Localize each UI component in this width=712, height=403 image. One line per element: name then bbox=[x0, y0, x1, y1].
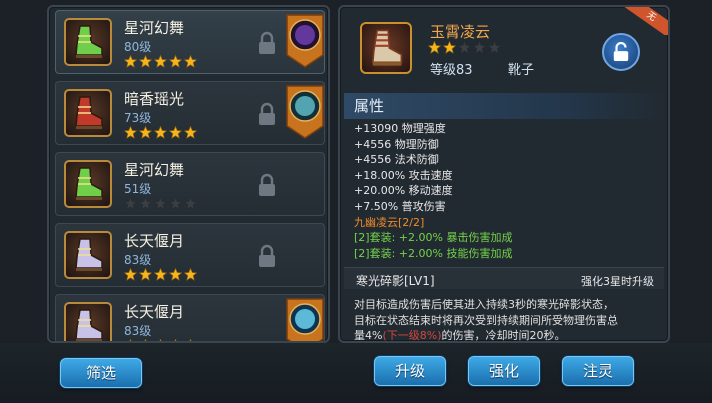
item-list-panel: 星河幻舞 80级 暗香瑶光 73级 星河幻舞 51级 长天偃月 83级 长天偃月… bbox=[47, 5, 330, 343]
lock-icon[interactable] bbox=[257, 244, 277, 268]
item-star-rating bbox=[124, 126, 197, 139]
item-type: 靴子 bbox=[508, 63, 535, 78]
detail-header: 玉霄凌云 等级83 靴子 无 bbox=[340, 7, 668, 87]
skill-desc-line: 目标在状态结束时将再次受到持续期间所受物理伤害总 bbox=[354, 313, 618, 327]
attribute-line: +4556 法术防御 bbox=[354, 153, 439, 167]
star-icon bbox=[184, 197, 197, 210]
star-icon bbox=[169, 197, 182, 210]
attribute-line: +7.50% 普攻伤害 bbox=[354, 199, 446, 213]
attribute-line: +20.00% 移动速度 bbox=[354, 184, 453, 198]
attribute-line: +4556 物理防御 bbox=[354, 137, 439, 151]
star-icon bbox=[184, 268, 197, 281]
star-icon bbox=[124, 126, 137, 139]
item-level: 51级 bbox=[124, 182, 152, 196]
boot-icon bbox=[360, 22, 412, 74]
boot-icon bbox=[64, 160, 112, 208]
star-icon bbox=[184, 126, 197, 139]
unlock-icon bbox=[613, 42, 629, 61]
infuse-button[interactable]: 注灵 bbox=[562, 356, 634, 386]
star-icon bbox=[154, 126, 167, 139]
star-icon bbox=[184, 55, 197, 68]
skill-description: 对目标造成伤害后使其进入持续3秒的寒光碎影状态， 目标在状态结束时将再次受到持续… bbox=[354, 297, 659, 342]
skill-name: 寒光碎影[LV1] bbox=[356, 274, 435, 288]
gem-badge-icon bbox=[286, 85, 324, 139]
item-row[interactable]: 暗香瑶光 73级 bbox=[55, 81, 325, 145]
item-star-rating bbox=[124, 268, 197, 281]
skill-upgrade-note: 强化3星时升级 bbox=[581, 275, 654, 288]
item-row[interactable]: 星河幻舞 51级 bbox=[55, 152, 325, 216]
item-star-rating bbox=[428, 41, 501, 54]
star-icon bbox=[154, 197, 167, 210]
attribute-line: +13090 物理强度 bbox=[354, 122, 446, 135]
boot-icon bbox=[64, 302, 112, 341]
star-icon bbox=[154, 268, 167, 281]
boot-icon bbox=[64, 231, 112, 279]
star-icon bbox=[139, 55, 152, 68]
item-row[interactable]: 星河幻舞 80级 bbox=[55, 10, 325, 74]
gem-badge-icon bbox=[286, 14, 324, 68]
star-icon bbox=[154, 55, 167, 68]
upgrade-button[interactable]: 升级 bbox=[374, 356, 446, 386]
star-icon bbox=[139, 197, 152, 210]
skill-desc-line: 量4%(下一级8%)的伤害，冷却时间20秒。 bbox=[354, 328, 659, 342]
item-name: 玉霄凌云 bbox=[430, 23, 491, 41]
attributes-title: 属性 bbox=[344, 93, 664, 119]
skill-desc-part: 的伤害，冷却时间20秒。 bbox=[441, 329, 566, 342]
set-bonus: [2]套装: +2.00% 暴击伤害加成 bbox=[354, 231, 513, 245]
lock-icon[interactable] bbox=[257, 102, 277, 126]
set-name: 九幽凌云[2/2] bbox=[354, 215, 425, 229]
star-icon bbox=[139, 126, 152, 139]
skill-desc-line: 对目标造成伤害后使其进入持续3秒的寒光碎影状态， bbox=[354, 298, 614, 311]
item-level: 83级 bbox=[124, 253, 152, 267]
star-icon bbox=[473, 41, 486, 54]
set-bonus: [2]套装: +2.00% 技能伤害加成 bbox=[354, 246, 513, 260]
item-level: 73级 bbox=[124, 111, 152, 125]
star-icon bbox=[458, 41, 471, 54]
star-icon bbox=[124, 55, 137, 68]
item-detail-panel: 玉霄凌云 等级83 靴子 无 属性 +13090 物理强度 +4556 物理防御… bbox=[338, 5, 670, 343]
skill-desc-part: 量4% bbox=[354, 329, 383, 342]
skill-desc-next-level: (下一级8%) bbox=[382, 329, 442, 342]
star-icon bbox=[169, 268, 182, 281]
item-row[interactable]: 长天偃月 83级 bbox=[55, 223, 325, 287]
star-icon bbox=[428, 41, 441, 54]
boot-icon bbox=[64, 89, 112, 137]
item-level: 等级83 bbox=[430, 63, 473, 78]
item-name: 星河幻舞 bbox=[124, 19, 185, 37]
star-icon bbox=[169, 126, 182, 139]
star-icon bbox=[169, 55, 182, 68]
star-icon bbox=[139, 268, 152, 281]
item-star-rating bbox=[124, 55, 197, 68]
boot-icon bbox=[64, 18, 112, 66]
ribbon-label: 无 bbox=[624, 7, 668, 35]
unlock-button[interactable] bbox=[602, 33, 640, 71]
item-level: 80级 bbox=[124, 40, 152, 54]
attribute-list: +13090 物理强度 +4556 物理防御 +4556 法术防御 +18.00… bbox=[354, 121, 664, 261]
lock-icon[interactable] bbox=[257, 173, 277, 197]
lock-icon[interactable] bbox=[257, 31, 277, 55]
star-icon bbox=[488, 41, 501, 54]
attribute-line: +18.00% 攻击速度 bbox=[354, 168, 453, 182]
skill-row: 寒光碎影[LV1] 强化3星时升级 bbox=[344, 267, 664, 289]
item-star-rating bbox=[124, 197, 197, 210]
item-name: 暗香瑶光 bbox=[124, 90, 185, 108]
star-icon bbox=[443, 41, 456, 54]
corner-ribbon: 无 bbox=[624, 7, 668, 35]
star-icon bbox=[124, 197, 137, 210]
item-level: 83级 bbox=[124, 324, 152, 338]
star-icon bbox=[124, 268, 137, 281]
enhance-button[interactable]: 强化 bbox=[468, 356, 540, 386]
item-name: 长天偃月 bbox=[124, 303, 185, 321]
filter-button[interactable]: 筛选 bbox=[60, 358, 142, 388]
gem-badge-icon bbox=[286, 298, 324, 341]
item-name: 星河幻舞 bbox=[124, 161, 185, 179]
item-name: 长天偃月 bbox=[124, 232, 185, 250]
item-row[interactable]: 长天偃月 83级 bbox=[55, 294, 325, 341]
